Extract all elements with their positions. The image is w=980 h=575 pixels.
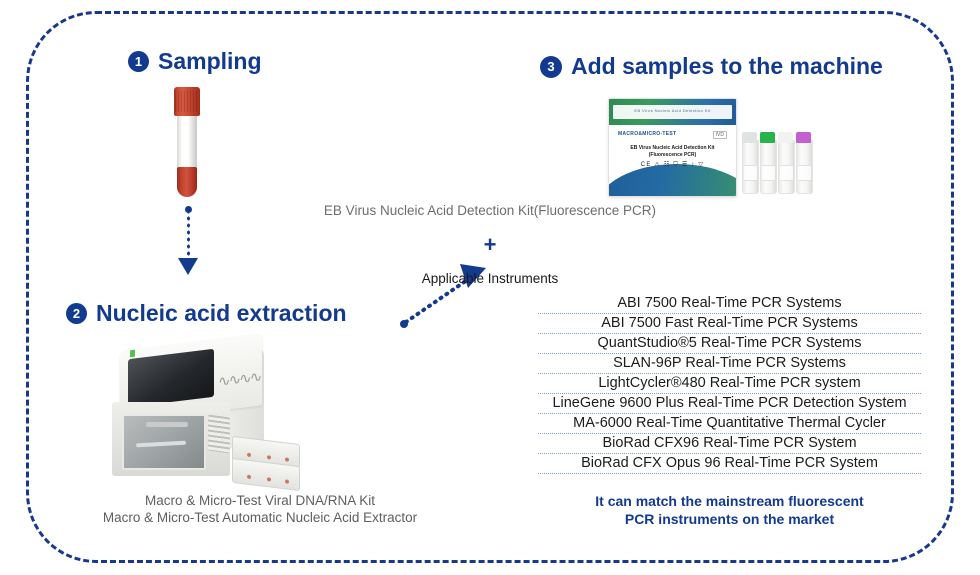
instrument-row: LightCycler®480 Real-Time PCR system [538, 374, 921, 394]
plate-well [247, 474, 251, 480]
step-1-label: Sampling [158, 48, 262, 74]
kit-box-product-name: EB Virus Nucleic Acid Detection Kit (Flu… [617, 145, 728, 159]
kit-caption: EB Virus Nucleic Acid Detection Kit(Fluo… [323, 203, 657, 218]
kit-box-top-strip-text: EB Virus Nucleic Acid Detection Kit [634, 108, 711, 113]
vial-cap [778, 132, 793, 143]
reagent-vial-purple [796, 132, 813, 194]
extractor-caption-line-2: Macro & Micro-Test Automatic Nucleic Aci… [102, 510, 418, 525]
kit-box-name-line-2: (Fluorescence PCR) [648, 152, 697, 158]
instrument-row: MA-6000 Real-Time Quantitative Thermal C… [538, 414, 921, 434]
instrument-list: ABI 7500 Real-Time PCR Systems ABI 7500 … [538, 294, 921, 474]
instrument-row: LineGene 9600 Plus Real-Time PCR Detecti… [538, 394, 921, 414]
plus-sign: + [483, 232, 497, 257]
extractor-chamber-window [122, 414, 206, 470]
extractor-vents [208, 414, 230, 454]
step-3-badge: 3 [540, 55, 562, 78]
step-3-title: 3 Add samples to the machine [540, 53, 883, 80]
step-2-badge: 2 [66, 303, 87, 324]
plate-well [285, 479, 289, 484]
extractor-caption-line-1: Macro & Micro-Test Viral DNA/RNA Kit [144, 493, 376, 508]
vial-cap [760, 132, 775, 143]
kit-box: EB Virus Nucleic Acid Detection Kit MACR… [608, 98, 737, 197]
step-2-label: Nucleic acid extraction [96, 300, 347, 326]
vial-label [798, 165, 811, 181]
vial-label [780, 165, 793, 181]
vial-cap [796, 132, 811, 143]
vial-cap [742, 132, 757, 143]
vial-label [762, 165, 775, 181]
kit-box-regulatory-symbols: CE ⚠ ☷ ⛉ ☰ ↑ ▽ [640, 162, 705, 168]
tube-cap [174, 87, 200, 116]
step-3-label: Add samples to the machine [571, 53, 883, 79]
step-1-badge: 1 [128, 51, 149, 72]
extractor-caption: Macro & Micro-Test Viral DNA/RNA Kit Mac… [0, 492, 520, 526]
reagent-vial-green [760, 132, 777, 194]
instrument-row: BioRad CFX Opus 96 Real-Time PCR System [538, 454, 921, 474]
match-note: It can match the mainstream fluorescent … [538, 492, 921, 528]
plate-well [247, 452, 251, 458]
extractor-door-handle [146, 422, 188, 427]
instrument-row: BioRad CFX96 Real-Time PCR System [538, 434, 921, 454]
instrument-row: ABI 7500 Real-Time PCR Systems [538, 294, 921, 314]
match-note-line-1: It can match the mainstream fluorescent [595, 493, 864, 509]
plate-well [267, 455, 271, 460]
kit-box-logo: MACRO&MICRO-TEST [618, 131, 677, 137]
step-2-title: 2 Nucleic acid extraction [66, 300, 347, 327]
blood-collection-tube-icon [174, 87, 200, 197]
vial-label [744, 165, 757, 181]
applicable-instruments-label: Applicable Instruments [421, 271, 559, 286]
reagent-vial-clear [742, 132, 759, 194]
instrument-row: QuantStudio®5 Real-Time PCR Systems [538, 334, 921, 354]
nucleic-acid-extractor-image: ∿∿∿∿ [112, 333, 322, 492]
step-1-title: 1 Sampling [128, 48, 262, 75]
match-note-line-2: PCR instruments on the market [624, 511, 835, 527]
plate-well [267, 477, 271, 482]
plate-well [285, 457, 289, 462]
reagent-vial-white [778, 132, 795, 194]
instrument-row: SLAN-96P Real-Time PCR Systems [538, 354, 921, 374]
tube-blood [177, 167, 197, 197]
instrument-row: ABI 7500 Fast Real-Time PCR Systems [538, 314, 921, 334]
kit-box-name-line-1: EB Virus Nucleic Acid Detection Kit [630, 145, 715, 151]
kit-box-ivd-mark: IVD [712, 131, 727, 139]
detection-kit-image: EB Virus Nucleic Acid Detection Kit MACR… [608, 98, 813, 198]
extractor-status-led [130, 349, 135, 358]
